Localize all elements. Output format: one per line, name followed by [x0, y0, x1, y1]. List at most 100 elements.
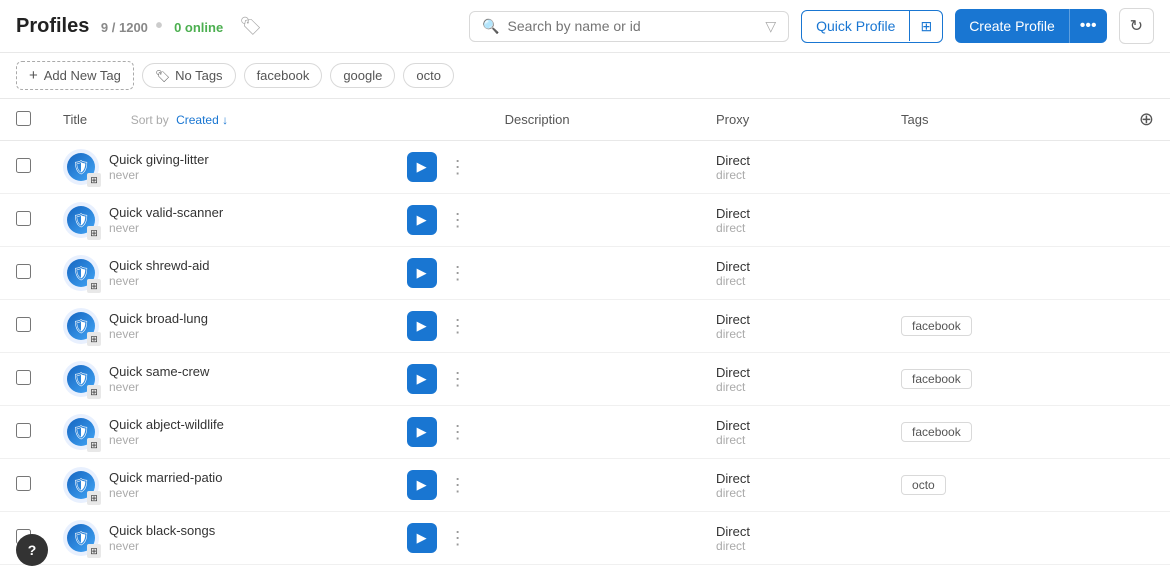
avatar: 🛡 ⊞ [63, 149, 99, 185]
tag-badge: octo [901, 475, 946, 495]
play-button[interactable]: ▶ [407, 417, 437, 447]
create-profile-more-icon[interactable]: ••• [1069, 9, 1107, 43]
tag-filter-octo[interactable]: octo [403, 63, 454, 88]
row-checkbox-cell[interactable] [0, 247, 47, 300]
row-checkbox[interactable] [16, 211, 31, 226]
tag-filter-facebook[interactable]: facebook [244, 63, 323, 88]
proxy-name: Direct [716, 312, 869, 327]
proxy-sub: direct [716, 274, 869, 288]
tag-filter-google[interactable]: google [330, 63, 395, 88]
octo-tag-label: octo [416, 68, 441, 83]
row-proxy-cell: Direct direct [700, 353, 885, 406]
row-desc-cell [489, 247, 700, 300]
row-checkbox-cell[interactable] [0, 353, 47, 406]
table-row: 🛡 ⊞ Quick shrewd-aid never ▶ ⋮ Direct di… [0, 247, 1170, 300]
profile-sub: never [109, 380, 209, 394]
more-button[interactable]: ⋮ [443, 312, 473, 341]
os-icon: ⊞ [87, 491, 101, 505]
create-profile-label: Create Profile [955, 10, 1069, 42]
profile-name: Quick giving-litter [109, 152, 209, 167]
table-row: 🛡 ⊞ Quick same-crew never ▶ ⋮ Direct dir… [0, 353, 1170, 406]
help-button[interactable]: ? [16, 534, 48, 566]
row-extra-cell [1123, 141, 1170, 194]
row-proxy-cell: Direct direct [700, 459, 885, 512]
row-checkbox-cell[interactable] [0, 300, 47, 353]
quick-profile-grid-icon[interactable]: ⊞ [910, 11, 942, 42]
no-tags-icon: 🏷 [155, 69, 170, 83]
play-button[interactable]: ▶ [407, 364, 437, 394]
more-button[interactable]: ⋮ [443, 418, 473, 447]
row-title-cell: 🛡 ⊞ Quick broad-lung never [47, 300, 391, 353]
profile-text: Quick black-songs never [109, 523, 215, 553]
play-button[interactable]: ▶ [407, 311, 437, 341]
profile-text: Quick same-crew never [109, 364, 209, 394]
more-button[interactable]: ⋮ [443, 524, 473, 553]
profile-name: Quick broad-lung [109, 311, 208, 326]
play-button[interactable]: ▶ [407, 152, 437, 182]
profile-info: 🛡 ⊞ Quick broad-lung never [63, 308, 375, 344]
add-col-header[interactable]: ⊕ [1123, 99, 1170, 141]
profile-name: Quick shrewd-aid [109, 258, 209, 273]
more-button[interactable]: ⋮ [443, 206, 473, 235]
row-checkbox[interactable] [16, 370, 31, 385]
profile-info: 🛡 ⊞ Quick valid-scanner never [63, 202, 375, 238]
row-checkbox[interactable] [16, 317, 31, 332]
tag-filter-no-tags[interactable]: 🏷 No Tags [142, 63, 236, 88]
proxy-name: Direct [716, 471, 869, 486]
row-action-cell: ▶ ⋮ [391, 353, 489, 406]
play-button[interactable]: ▶ [407, 205, 437, 235]
proxy-sub: direct [716, 168, 869, 182]
play-button[interactable]: ▶ [407, 258, 437, 288]
play-button[interactable]: ▶ [407, 523, 437, 553]
proxy-sub: direct [716, 327, 869, 341]
profile-info: 🛡 ⊞ Quick shrewd-aid never [63, 255, 375, 291]
row-checkbox[interactable] [16, 476, 31, 491]
select-all-col[interactable] [0, 99, 47, 141]
row-checkbox[interactable] [16, 423, 31, 438]
row-extra-cell [1123, 406, 1170, 459]
avatar: 🛡 ⊞ [63, 308, 99, 344]
play-button[interactable]: ▶ [407, 470, 437, 500]
select-all-checkbox[interactable] [16, 111, 31, 126]
more-button[interactable]: ⋮ [443, 365, 473, 394]
sort-by-label: Sort by Created ↓ [131, 113, 228, 127]
row-title-cell: 🛡 ⊞ Quick married-patio never [47, 459, 391, 512]
tag-icon-button[interactable]: 🏷 [235, 12, 266, 41]
filter-icon[interactable]: ▽ [765, 18, 776, 35]
search-bar: 🔍 ▽ [469, 11, 789, 42]
sort-field-label[interactable]: Created [176, 113, 219, 127]
more-button[interactable]: ⋮ [443, 259, 473, 288]
row-desc-cell [489, 300, 700, 353]
row-checkbox-cell[interactable] [0, 141, 47, 194]
row-checkbox-cell[interactable] [0, 459, 47, 512]
row-extra-cell [1123, 300, 1170, 353]
row-checkbox-cell[interactable] [0, 194, 47, 247]
row-desc-cell [489, 512, 700, 565]
row-checkbox[interactable] [16, 158, 31, 173]
table-row: 🛡 ⊞ Quick valid-scanner never ▶ ⋮ Direct… [0, 194, 1170, 247]
profile-text: Quick broad-lung never [109, 311, 208, 341]
row-action-cell: ▶ ⋮ [391, 247, 489, 300]
more-button[interactable]: ⋮ [443, 471, 473, 500]
profile-sub: never [109, 486, 222, 500]
more-button[interactable]: ⋮ [443, 153, 473, 182]
row-checkbox-cell[interactable] [0, 406, 47, 459]
quick-profile-button[interactable]: Quick Profile ⊞ [801, 10, 943, 43]
os-icon: ⊞ [87, 173, 101, 187]
create-profile-button[interactable]: Create Profile ••• [955, 9, 1106, 43]
tag-badge: facebook [901, 369, 972, 389]
refresh-button[interactable]: ↻ [1119, 8, 1154, 44]
title-col-header: Title Sort by Created ↓ [47, 99, 391, 141]
profile-info: 🛡 ⊞ Quick abject-wildlife never [63, 414, 375, 450]
table-container: Title Sort by Created ↓ Description Prox… [0, 99, 1170, 582]
add-tag-button[interactable]: + Add New Tag [16, 61, 134, 90]
table-row: 🛡 ⊞ Quick married-patio never ▶ ⋮ Direct… [0, 459, 1170, 512]
table-row: 🛡 ⊞ Quick black-songs never ▶ ⋮ Direct d… [0, 512, 1170, 565]
page-title: Profiles 9 / 1200 • 0 online [16, 15, 223, 38]
add-column-button[interactable]: ⊕ [1139, 109, 1154, 130]
profile-name: Quick valid-scanner [109, 205, 223, 220]
search-input[interactable] [508, 18, 758, 34]
row-proxy-cell: Direct direct [700, 194, 885, 247]
row-checkbox[interactable] [16, 264, 31, 279]
avatar: 🛡 ⊞ [63, 361, 99, 397]
